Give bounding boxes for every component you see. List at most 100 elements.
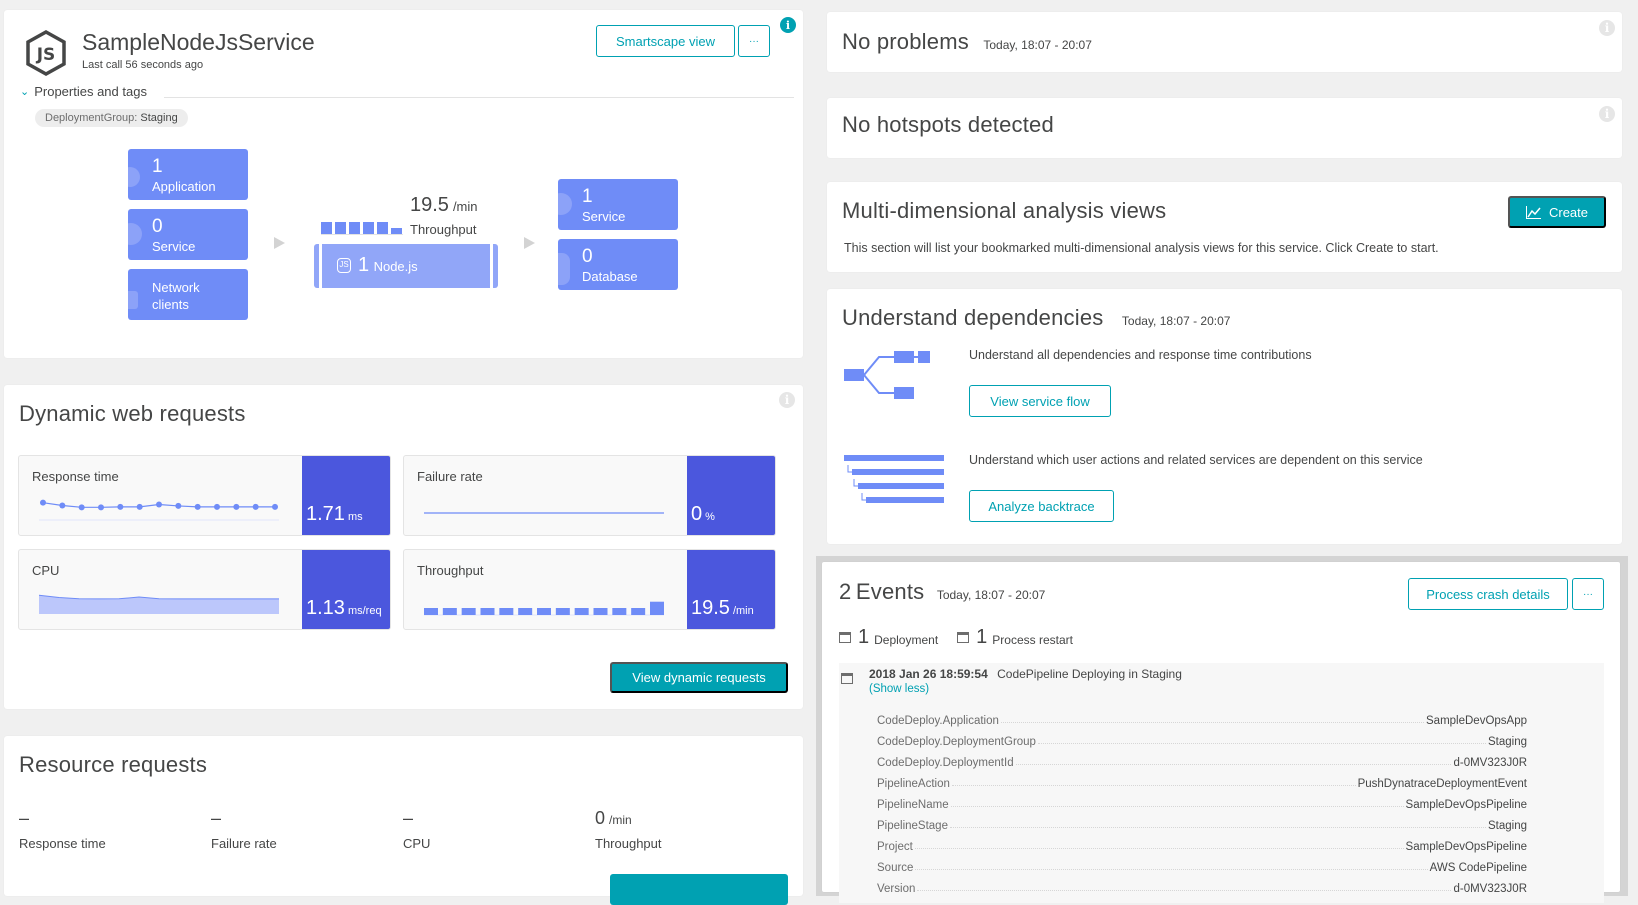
view-resource-requests-button[interactable]: [610, 874, 788, 905]
info-icon[interactable]: i: [1599, 106, 1615, 122]
data-point: [40, 499, 46, 506]
throughput-bar: [349, 222, 360, 234]
summary-label: Deployment: [874, 633, 939, 647]
leader-dots: [917, 890, 1452, 891]
property-key: CodeDeploy.Application: [877, 715, 999, 727]
arrow-right-icon: [524, 237, 535, 249]
info-icon[interactable]: i: [779, 392, 795, 408]
metric-value: 0: [595, 808, 606, 828]
metric-label: Throughput: [417, 563, 484, 578]
process-count: 1: [358, 254, 370, 276]
process-handle-right: [490, 244, 493, 288]
leader-dots: [1000, 722, 1424, 723]
leader-dots: [1037, 743, 1486, 744]
summary-count: 1: [976, 626, 988, 648]
throughput-bar: [424, 608, 438, 615]
service-overview-card: JS SampleNodeJsService Last call 56 seco…: [4, 10, 803, 358]
events-title: Events: [855, 579, 925, 604]
tile-label: Service: [152, 239, 196, 254]
metric-throughput[interactable]: Throughput 19.5/min: [403, 549, 776, 630]
property-value: SampleDevOpsPipeline: [1405, 799, 1527, 811]
callee-tile-database[interactable]: 0 Database: [558, 239, 678, 290]
process-handle-left: [319, 244, 322, 288]
tag-chip[interactable]: DeploymentGroup: Staging: [35, 109, 188, 127]
metric-value-box: 19.5/min: [687, 550, 775, 629]
tile-count: 0: [582, 246, 593, 267]
property-key: CodeDeploy.DeploymentGroup: [877, 736, 1036, 748]
property-value: PushDynatraceDeploymentEvent: [1357, 778, 1527, 790]
metric-label: CPU: [403, 836, 431, 851]
scrollbar-track[interactable]: [806, 0, 816, 886]
analyze-backtrace-button[interactable]: Analyze backtrace: [969, 490, 1114, 522]
leader-dots: [951, 785, 1356, 786]
throughput-bar: [555, 608, 570, 615]
event-property-row: CodeDeploy.DeploymentId d-0MV323J0R: [877, 748, 1527, 769]
info-icon[interactable]: i: [780, 17, 796, 33]
data-point: [59, 502, 66, 509]
problems-header: No problems Today, 18:07 - 20:07: [842, 29, 1092, 55]
view-dynamic-requests-button[interactable]: View dynamic requests: [610, 662, 788, 693]
problems-card: i No problems Today, 18:07 - 20:07: [827, 12, 1622, 72]
tile-count: 0: [152, 216, 163, 237]
metric-value: 0: [691, 503, 703, 525]
throughput-value: 19.5/min: [410, 194, 478, 217]
process-crash-details-button[interactable]: Process crash details: [1408, 578, 1568, 610]
throughput-bar: [612, 608, 627, 615]
event-title: CodePipeline Deploying in Staging: [997, 667, 1182, 681]
properties-toggle[interactable]: ⌄ Properties and tags: [20, 84, 147, 99]
property-value: Staging: [1487, 736, 1527, 748]
throughput-bar: [499, 608, 514, 615]
view-service-flow-button[interactable]: View service flow: [969, 385, 1111, 417]
section-title: Resource requests: [19, 752, 208, 777]
tile-label: Network clients: [152, 280, 200, 312]
caller-tile-network-clients[interactable]: Network clients: [128, 269, 248, 320]
response-time-sparkline: [39, 499, 279, 521]
data-point: [136, 503, 143, 510]
info-icon[interactable]: i: [1599, 20, 1615, 36]
backtrace-icon: [844, 455, 944, 503]
resource-metric: – Failure rate: [211, 808, 277, 851]
smartscape-view-button[interactable]: Smartscape view: [596, 25, 735, 57]
caller-tile-application[interactable]: 1 Application: [128, 149, 248, 200]
backtrace-description: Understand which user actions and relate…: [969, 453, 1423, 467]
metric-label: Failure rate: [211, 836, 277, 851]
hotspots-title: No hotspots detected: [842, 112, 1054, 137]
create-button[interactable]: Create: [1508, 196, 1606, 228]
tile-count: 1: [582, 186, 593, 207]
property-value: d-0MV323J0R: [1453, 883, 1527, 895]
property-value: d-0MV323J0R: [1453, 757, 1527, 769]
callee-tile-service[interactable]: 1 Service: [558, 179, 678, 230]
metric-unit: ms/req: [347, 605, 382, 617]
mda-card: Multi-dimensional analysis views Create …: [827, 182, 1622, 272]
dependencies-header: Understand dependencies Today, 18:07 - 2…: [842, 305, 1230, 331]
events-count: 2: [839, 579, 852, 604]
metric-label: Response time: [19, 836, 106, 851]
metric-label: Response time: [32, 469, 119, 484]
property-key: PipelineName: [877, 799, 949, 811]
metric-unit: ms: [347, 511, 363, 523]
service-flow-icon: [844, 351, 930, 399]
throughput-bar: [480, 608, 495, 615]
throughput-bar: [537, 608, 551, 615]
process-group-box[interactable]: JS 1 Node.js: [314, 244, 498, 288]
event-calendar-icon: [841, 673, 853, 685]
metric-response-time[interactable]: Response time 1.71 ms: [18, 455, 391, 536]
show-less-link[interactable]: (Show less): [869, 683, 929, 695]
throughput-bar: [650, 601, 664, 615]
tile-label: Application: [152, 179, 216, 194]
more-options-button[interactable]: ···: [738, 25, 770, 57]
metric-label: CPU: [32, 563, 60, 578]
throughput-bar: [391, 228, 402, 234]
metric-label: Throughput: [595, 836, 662, 851]
throughput-bar: [377, 222, 388, 234]
data-point: [272, 503, 278, 510]
metric-cpu[interactable]: CPU 1.13 ms/req: [18, 549, 391, 630]
events-more-button[interactable]: ···: [1572, 578, 1604, 610]
metric-failure-rate[interactable]: Failure rate 0%: [403, 455, 776, 536]
event-property-row: PipelineName SampleDevOpsPipeline: [877, 790, 1527, 811]
caller-tile-service[interactable]: 0 Service: [128, 209, 248, 260]
divider: [164, 97, 794, 98]
user-icon: [128, 167, 140, 187]
metric-value: 19.5: [691, 597, 730, 619]
throughput-unit: /min: [452, 199, 478, 214]
